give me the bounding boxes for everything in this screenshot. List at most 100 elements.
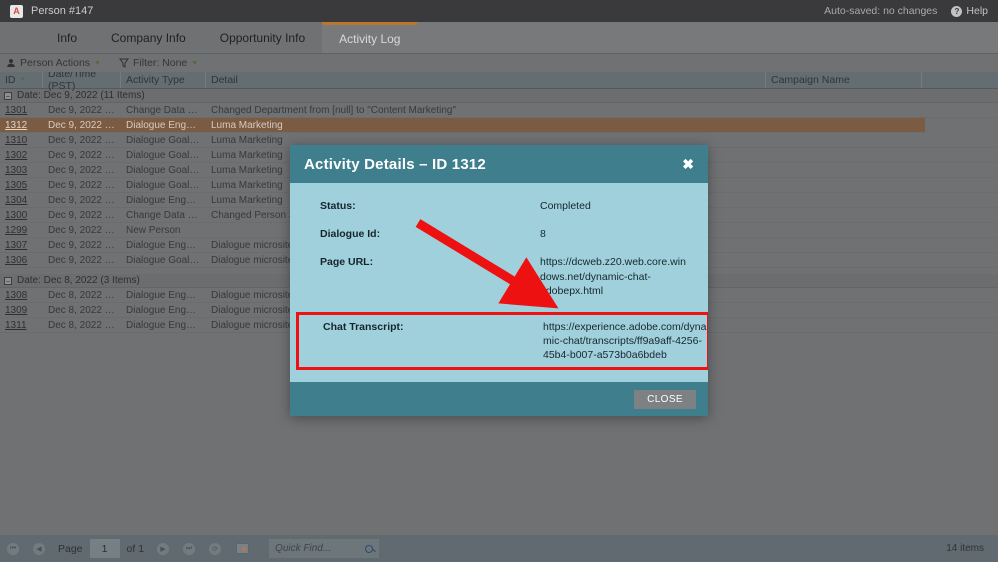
cell-id[interactable]: 1301: [0, 105, 43, 116]
last-page-icon[interactable]: ⏭: [183, 543, 195, 555]
first-page-icon[interactable]: ⏮: [7, 543, 19, 555]
cell-date: Dec 9, 2022 1:54 AM: [43, 105, 121, 116]
tab-company-info[interactable]: Company Info: [94, 22, 203, 53]
sort-caret-icon: ▼: [20, 77, 26, 83]
modal-field-value: 147: [540, 380, 686, 382]
item-count-label: 14 items: [946, 543, 984, 554]
cell-type: Dialogue Goal Reac...: [121, 180, 206, 191]
previous-page-icon[interactable]: ◀: [33, 543, 45, 555]
cell-type: Dialogue Engaged: [121, 195, 206, 206]
cell-type: Dialogue Engaged: [121, 290, 206, 301]
search-icon: [365, 545, 373, 553]
help-circle-icon: ?: [951, 6, 962, 17]
cell-date: Dec 9, 2022 1:53 AM: [43, 150, 121, 161]
modal-field-label: Person ID:: [320, 380, 540, 382]
tab-activity-log[interactable]: Activity Log: [322, 22, 417, 53]
modal-field-row: Status:Completed: [320, 199, 686, 213]
group-header-row[interactable]: –Date: Dec 9, 2022 (11 Items): [0, 89, 998, 103]
cell-id[interactable]: 1312: [0, 120, 43, 131]
cell-date: Dec 9, 2022 1:53 AM: [43, 180, 121, 191]
person-actions-button[interactable]: Person Actions ▼: [6, 57, 101, 69]
cell-date: Dec 9, 2022 1:53 AM: [43, 240, 121, 251]
export-icon[interactable]: [236, 543, 249, 554]
column-header-filler: [922, 72, 998, 88]
help-button[interactable]: ? Help: [951, 5, 988, 17]
cell-det: Luma Marketing: [206, 135, 766, 146]
column-header-activity-type[interactable]: Activity Type: [121, 72, 206, 88]
modal-field-value: https://dcweb.z20.web.core.windows.net/d…: [540, 255, 686, 298]
next-page-icon[interactable]: ▶: [157, 543, 169, 555]
column-header-date[interactable]: Date/Time (PST): [43, 72, 121, 88]
table-row[interactable]: 1301Dec 9, 2022 1:54 AMChange Data Value…: [0, 103, 998, 118]
cell-type: Dialogue Engaged: [121, 320, 206, 331]
tab-info[interactable]: Info: [40, 22, 94, 53]
cell-id[interactable]: 1300: [0, 210, 43, 221]
cell-type: Dialogue Engaged: [121, 305, 206, 316]
cell-det: Changed Department from [null] to "Conte…: [206, 105, 766, 116]
tab-opportunity-info[interactable]: Opportunity Info: [203, 22, 322, 53]
column-header-campaign-name[interactable]: Campaign Name: [766, 72, 922, 88]
column-header-id[interactable]: ID ▼: [0, 72, 43, 88]
group-header-label: Date: Dec 9, 2022 (11 Items): [17, 90, 145, 101]
cell-date: Dec 8, 2022 8:18 PM: [43, 320, 121, 331]
cell-date: Dec 9, 2022 1:54 AM: [43, 135, 121, 146]
cell-id[interactable]: 1304: [0, 195, 43, 206]
quick-find-placeholder: Quick Find...: [275, 543, 331, 554]
modal-field-label: Chat Transcript:: [323, 320, 543, 333]
modal-field-row: Chat Transcript:https://experience.adobe…: [296, 312, 708, 371]
modal-field-value: 8: [540, 227, 686, 241]
caret-down-icon: ▼: [94, 60, 101, 67]
cell-id[interactable]: 1302: [0, 150, 43, 161]
quick-find-input[interactable]: Quick Find...: [269, 539, 379, 558]
group-collapse-icon[interactable]: –: [4, 277, 12, 285]
cell-date: Dec 9, 2022 1:53 AM: [43, 210, 121, 221]
modal-header: Activity Details – ID 1312 ✖: [290, 145, 708, 183]
cell-type: Dialogue Engaged: [121, 120, 206, 131]
column-header-detail[interactable]: Detail: [206, 72, 766, 88]
close-x-icon[interactable]: ✖: [682, 157, 694, 171]
cell-type: Change Data Value: [121, 105, 206, 116]
caret-down-icon: ▼: [191, 60, 198, 67]
cell-type: Change Data Value: [121, 210, 206, 221]
modal-field-label: Dialogue Id:: [320, 227, 540, 240]
cell-id[interactable]: 1307: [0, 240, 43, 251]
cell-id[interactable]: 1299: [0, 225, 43, 236]
cell-det: Luma Marketing: [206, 120, 766, 131]
modal-field-value: https://experience.adobe.com/dynamic-cha…: [543, 320, 707, 363]
cell-id[interactable]: 1303: [0, 165, 43, 176]
filter-label: Filter: None: [133, 57, 187, 69]
cell-id[interactable]: 1305: [0, 180, 43, 191]
cell-id[interactable]: 1311: [0, 320, 43, 331]
cell-type: Dialogue Goal Reac...: [121, 255, 206, 266]
group-header-label: Date: Dec 8, 2022 (3 Items): [17, 275, 140, 286]
help-label: Help: [966, 5, 988, 17]
action-toolbar: Person Actions ▼ Filter: None ▼: [0, 54, 998, 72]
cell-id[interactable]: 1310: [0, 135, 43, 146]
application-window: A Person #147 Auto-saved: no changes ? H…: [0, 0, 998, 562]
activity-details-modal: Activity Details – ID 1312 ✖ Status:Comp…: [290, 145, 708, 416]
cell-id[interactable]: 1306: [0, 255, 43, 266]
modal-body: Status:CompletedDialogue Id:8Page URL:ht…: [290, 183, 708, 382]
group-collapse-icon[interactable]: –: [4, 92, 12, 100]
tab-bar-filler: [417, 22, 998, 53]
modal-field-row: Page URL:https://dcweb.z20.web.core.wind…: [320, 255, 686, 298]
modal-field-row: Dialogue Id:8: [320, 227, 686, 241]
adobe-logo-icon: A: [10, 5, 23, 18]
refresh-icon[interactable]: ⟳: [209, 543, 221, 555]
modal-field-label: Page URL:: [320, 255, 540, 268]
page-title: Person #147: [31, 5, 93, 17]
page-total-label: of 1: [127, 543, 145, 555]
person-icon: [6, 58, 16, 68]
cell-type: New Person: [121, 225, 206, 236]
title-bar: A Person #147 Auto-saved: no changes ? H…: [0, 0, 998, 22]
table-row[interactable]: 1312Dec 9, 2022 1:54 AMDialogue EngagedL…: [0, 118, 925, 133]
cell-date: Dec 9, 2022 1:53 AM: [43, 165, 121, 176]
grid-header-row: ID ▼ Date/Time (PST) Activity Type Detai…: [0, 72, 998, 89]
cell-id[interactable]: 1308: [0, 290, 43, 301]
page-label: Page: [58, 543, 83, 555]
filter-button[interactable]: Filter: None ▼: [119, 57, 198, 69]
close-button[interactable]: CLOSE: [634, 390, 696, 409]
cell-id[interactable]: 1309: [0, 305, 43, 316]
page-number-input[interactable]: [90, 539, 120, 558]
cell-date: Dec 9, 2022 1:53 AM: [43, 255, 121, 266]
